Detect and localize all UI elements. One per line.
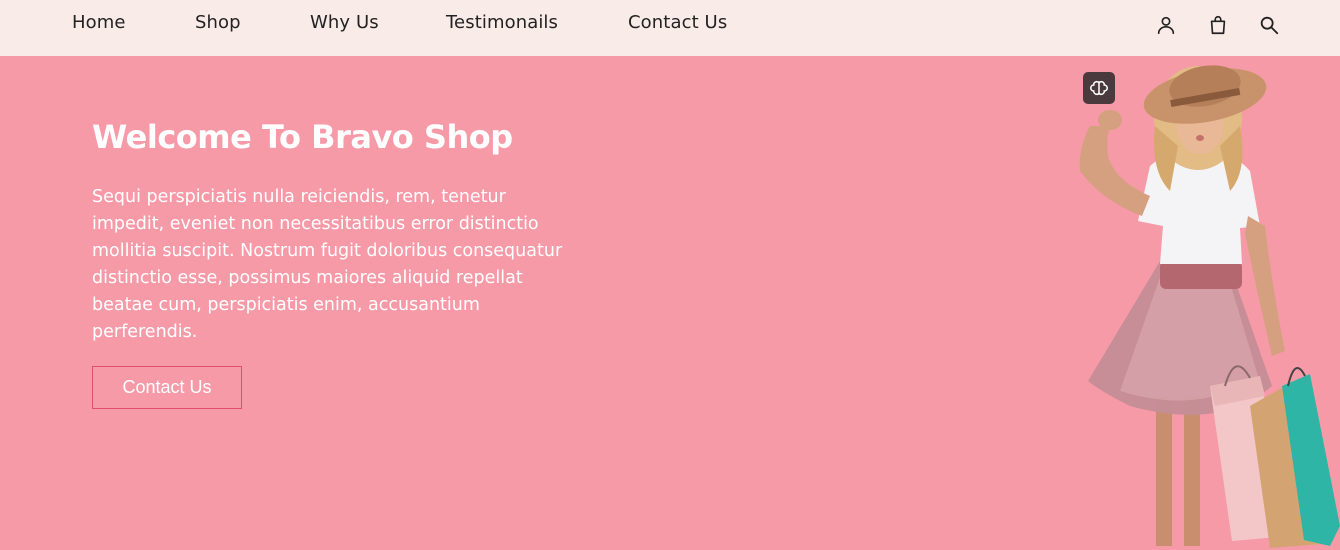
hero-image-girl-with-shopping-bags bbox=[1060, 56, 1340, 550]
hero-section: Welcome To Bravo Shop Sequi perspiciatis… bbox=[0, 56, 1340, 550]
hero-title: Welcome To Bravo Shop bbox=[92, 118, 513, 156]
navbar: Home Shop Why Us Testimonails Contact Us bbox=[0, 0, 1340, 56]
nav-link-shop[interactable]: Shop bbox=[195, 12, 241, 33]
nav-link-why-us[interactable]: Why Us bbox=[310, 12, 379, 33]
hero-description: Sequi perspiciatis nulla reiciendis, rem… bbox=[92, 187, 563, 342]
contact-us-button[interactable]: Contact Us bbox=[92, 366, 242, 409]
nav-link-testimonials[interactable]: Testimonails bbox=[446, 12, 558, 33]
nav-link-home[interactable]: Home bbox=[72, 12, 126, 33]
brain-badge-icon[interactable] bbox=[1083, 72, 1115, 104]
search-icon[interactable] bbox=[1258, 14, 1280, 36]
shopping-bag-icon[interactable] bbox=[1207, 14, 1229, 36]
nav-link-contact-us[interactable]: Contact Us bbox=[628, 12, 727, 33]
user-icon[interactable] bbox=[1155, 14, 1177, 36]
